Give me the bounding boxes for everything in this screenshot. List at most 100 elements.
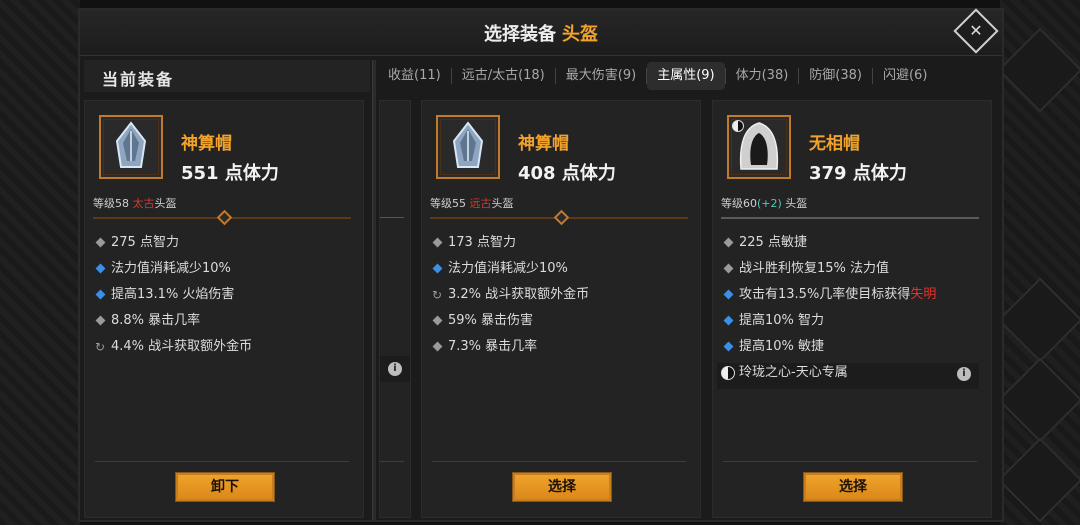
equipment-select-dialog: 选择装备 头盔 ✕ 当前装备 收益(11) 远古/太古(18) 最大伤害(9) 主… — [78, 8, 1004, 522]
diamond-icon — [95, 263, 106, 274]
item-icon-frame — [436, 115, 500, 179]
diamond-icon — [95, 289, 106, 300]
section-divider — [372, 60, 376, 520]
tab-main-attribute[interactable]: 主属性(9) — [647, 62, 725, 90]
item-main-stat: 551 点体力 — [181, 163, 279, 184]
attribute-row: 战斗胜利恢复15% 法力值 — [721, 259, 979, 285]
card-footer-divider — [432, 461, 686, 462]
attribute-text: 275 点智力 — [111, 235, 179, 250]
attribute-row: 法力值消耗减少10% — [93, 259, 351, 285]
diamond-icon — [723, 315, 734, 326]
attribute-row: ↻ 3.2% 战斗获取额外金币 — [430, 285, 688, 311]
tab-max-damage[interactable]: 最大伤害(9) — [556, 62, 646, 90]
dialog-title: 选择装备 头盔 — [80, 20, 1002, 46]
attribute-text: 59% 暴击伤害 — [448, 313, 534, 328]
attribute-row: 7.3% 暴击几率 — [430, 337, 688, 363]
attribute-text: 7.3% 暴击几率 — [448, 339, 538, 354]
title-text: 选择装备 — [484, 24, 556, 45]
attribute-text: 225 点敏捷 — [739, 235, 807, 250]
set-bonus-row: i — [380, 356, 410, 382]
item-name: 神算帽 — [518, 134, 569, 154]
helm-crystal-icon — [452, 121, 484, 168]
side-menu-tile[interactable] — [997, 437, 1080, 523]
tab-income[interactable]: 收益(11) — [378, 62, 451, 90]
tab-stamina[interactable]: 体力(38) — [726, 62, 799, 90]
card-footer-divider — [380, 461, 404, 462]
slot-text: 头盔 — [154, 197, 177, 210]
attribute-text: 战斗胜利恢复15% 法力值 — [739, 261, 890, 276]
diamond-icon — [95, 315, 106, 326]
title-slot: 头盔 — [562, 24, 598, 45]
attribute-text: 提高10% 智力 — [739, 313, 825, 328]
set-bonus-row: 玲珑之心-天心专属 i — [717, 363, 979, 389]
attribute-text: 3.2% 战斗获取额外金币 — [448, 287, 590, 302]
rarity-tag: 远古 — [469, 197, 492, 210]
attribute-list: 225 点敏捷 战斗胜利恢复15% 法力值 攻击有13.5%几率使目标获得失明 … — [717, 233, 979, 389]
card-footer-divider — [723, 461, 977, 462]
tab-dodge[interactable]: 闪避(6) — [873, 62, 937, 90]
tab-ancient[interactable]: 远古/太古(18) — [452, 62, 555, 90]
attribute-row: 提高10% 敏捷 — [721, 337, 979, 363]
level-text: 等级60 — [721, 197, 757, 210]
attribute-row: 提高10% 智力 — [721, 311, 979, 337]
card-footer-divider — [95, 461, 349, 462]
slot-text: 头盔 — [491, 197, 514, 210]
tab-defense[interactable]: 防御(38) — [799, 62, 872, 90]
item-name: 神算帽 — [181, 134, 232, 154]
attribute-row: 提高13.1% 火焰伤害 — [93, 285, 351, 311]
attribute-row: 173 点智力 — [430, 233, 688, 259]
attribute-text: 8.8% 暴击几率 — [111, 313, 201, 328]
attribute-row: 8.8% 暴击几率 — [93, 311, 351, 337]
cycle-icon: ↻ — [95, 340, 106, 354]
diamond-icon — [723, 237, 734, 248]
attribute-text: 提高10% 敏捷 — [739, 339, 825, 354]
diamond-icon — [432, 237, 443, 248]
cycle-icon: ↻ — [432, 288, 443, 302]
diamond-icon — [432, 341, 443, 352]
card-divider — [380, 217, 404, 218]
attribute-text: 173 点智力 — [448, 235, 516, 250]
side-menu-tile[interactable] — [997, 357, 1080, 443]
close-button[interactable]: ✕ — [953, 8, 999, 54]
background-left — [0, 0, 80, 525]
yin-yang-icon — [732, 120, 744, 132]
attribute-text: 法力值消耗减少10% — [111, 261, 231, 276]
side-menu-tile[interactable] — [997, 27, 1080, 113]
diamond-icon — [723, 341, 734, 352]
level-text: 等级55 — [430, 197, 470, 210]
game-screen: 选择装备 头盔 ✕ 当前装备 收益(11) 远古/太古(18) 最大伤害(9) 主… — [0, 0, 1080, 525]
equipment-option-card[interactable]: 无相帽 379 点体力 等级60(+2) 头盔 225 点敏捷 战斗胜利恢复15… — [712, 100, 992, 518]
dialog-title-bar: 选择装备 头盔 ✕ — [80, 8, 1002, 56]
divider-gem — [553, 209, 570, 226]
rarity-tag: 太古 — [132, 197, 155, 210]
item-icon-frame — [99, 115, 163, 179]
info-icon[interactable]: i — [388, 362, 402, 376]
select-button[interactable]: 选择 — [803, 472, 903, 502]
diamond-icon — [95, 237, 106, 248]
sort-tabs: 收益(11) 远古/太古(18) 最大伤害(9) 主属性(9) 体力(38) 防… — [378, 62, 1002, 90]
current-equipment-header: 当前装备 — [84, 60, 370, 92]
attribute-text: 提高13.1% 火焰伤害 — [111, 287, 235, 302]
diamond-icon — [432, 315, 443, 326]
close-icon: ✕ — [969, 21, 983, 40]
slot-text: 头盔 — [781, 197, 808, 210]
attribute-keyword: 失明 — [910, 287, 937, 302]
side-menu-tile[interactable] — [997, 277, 1080, 363]
divider-gem — [216, 209, 233, 226]
attribute-text: 攻击有13.5%几率使目标获得 — [739, 287, 911, 302]
item-name: 无相帽 — [809, 134, 860, 154]
attribute-row: 59% 暴击伤害 — [430, 311, 688, 337]
diamond-icon — [723, 289, 734, 300]
info-icon[interactable]: i — [957, 367, 971, 381]
attribute-row: ↻ 4.4% 战斗获取额外金币 — [93, 337, 351, 363]
diamond-icon — [432, 263, 443, 274]
set-bonus-text: 玲珑之心-天心专属 — [739, 365, 848, 380]
background-right — [997, 0, 1080, 525]
item-main-stat: 379 点体力 — [809, 163, 907, 184]
unequip-button[interactable]: 卸下 — [175, 472, 275, 502]
attribute-list: 173 点智力 法力值消耗减少10% ↻ 3.2% 战斗获取额外金币 59% 暴击… — [430, 233, 688, 363]
select-button[interactable]: 选择 — [512, 472, 612, 502]
stat-divider — [721, 217, 979, 219]
equipment-option-card[interactable]: 神算帽 408 点体力 等级55 远古头盔 173 点智力 法力值消耗减少10%… — [421, 100, 701, 518]
attribute-row: 法力值消耗减少10% — [430, 259, 688, 285]
